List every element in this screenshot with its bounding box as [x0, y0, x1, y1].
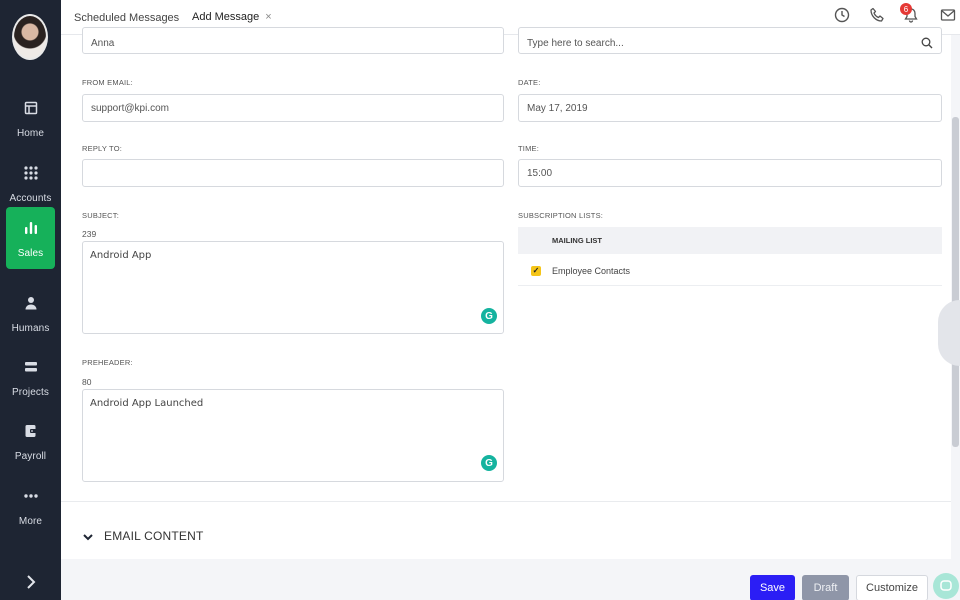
preheader-label: PREHEADER:: [82, 358, 133, 367]
sidebar-item-more[interactable]: More: [6, 475, 55, 537]
reply-to-field[interactable]: [82, 159, 504, 187]
notification-badge: 6: [900, 3, 912, 15]
sidebar-item-label: Sales: [17, 247, 44, 259]
time-label: TIME:: [518, 144, 539, 153]
sidebar-item-label: More: [18, 515, 43, 527]
sidebar-item-label: Accounts: [9, 192, 52, 204]
date-label: DATE:: [518, 78, 541, 87]
sidebar-item-label: Payroll: [14, 450, 47, 462]
reply-to-label: REPLY TO:: [82, 144, 123, 153]
email-content-toggle[interactable]: EMAIL CONTENT: [82, 529, 204, 543]
sidebar-item-sales[interactable]: Sales: [6, 207, 55, 269]
mailing-list-column: MAILING LIST: [552, 236, 602, 245]
sidebar-item-label: Home: [16, 127, 45, 139]
sidebar: Home Accounts Sales Humans Projects Payr…: [0, 0, 61, 600]
dots-icon: [21, 486, 41, 506]
save-button[interactable]: Save: [750, 575, 795, 600]
scrollbar-thumb[interactable]: [952, 117, 959, 447]
list-item[interactable]: ✓ Employee Contacts: [518, 256, 942, 286]
grammarly-icon[interactable]: G: [481, 455, 497, 471]
scroll-handle[interactable]: [938, 300, 960, 366]
sidebar-item-label: Humans: [11, 322, 50, 334]
mailing-list-header: MAILING LIST: [518, 227, 942, 254]
sidebar-item-humans[interactable]: Humans: [6, 282, 55, 344]
checkbox-checked-icon[interactable]: ✓: [531, 265, 541, 276]
sidebar-item-accounts[interactable]: Accounts: [6, 152, 55, 214]
clock-icon[interactable]: [834, 7, 852, 25]
wallet-icon: [21, 421, 41, 441]
subscription-lists-label: SUBSCRIPTION LISTS:: [518, 211, 604, 220]
grid-icon: [21, 163, 41, 183]
time-field[interactable]: 15:00: [518, 159, 942, 187]
date-field[interactable]: May 17, 2019: [518, 94, 942, 122]
sidebar-item-label: Projects: [12, 386, 49, 398]
from-email-value: support@kpi.com: [91, 102, 169, 114]
divider: [61, 501, 951, 502]
add-message-form: Anna FROM EMAIL: support@kpi.com REPLY T…: [61, 27, 951, 559]
preheader-textarea[interactable]: Android App Launched: [82, 389, 504, 482]
tab-label: Add Message: [192, 10, 260, 23]
draft-button[interactable]: Draft: [802, 575, 849, 600]
preheader-char-counter: 80: [82, 377, 92, 387]
from-name-value: Anna: [91, 38, 115, 49]
close-tab-icon[interactable]: ×: [265, 11, 271, 23]
sidebar-item-projects[interactable]: Projects: [6, 346, 55, 408]
sidebar-item-payroll[interactable]: Payroll: [6, 410, 55, 472]
mail-icon[interactable]: [940, 7, 958, 25]
from-email-label: FROM EMAIL:: [82, 78, 133, 87]
chat-icon[interactable]: [933, 573, 959, 599]
mailing-list-name: Employee Contacts: [552, 265, 631, 276]
email-content-title: EMAIL CONTENT: [104, 529, 204, 543]
bar-chart-icon: [21, 218, 41, 238]
phone-icon[interactable]: [869, 7, 887, 25]
from-email-field[interactable]: support@kpi.com: [82, 94, 504, 122]
avatar[interactable]: [12, 14, 48, 60]
subject-label: SUBJECT:: [82, 211, 120, 220]
date-value: May 17, 2019: [527, 102, 588, 114]
from-name-field[interactable]: Anna: [82, 27, 504, 54]
search-input[interactable]: Type here to search...: [518, 27, 942, 54]
chevron-down-icon: [82, 530, 94, 542]
sidebar-item-home[interactable]: Home: [6, 87, 55, 149]
preheader-value: Android App Launched: [90, 398, 204, 409]
person-icon: [21, 293, 41, 313]
expand-sidebar-icon[interactable]: [21, 572, 41, 592]
home-icon: [21, 98, 41, 118]
search-placeholder: Type here to search...: [527, 38, 624, 49]
subject-textarea[interactable]: Android App: [82, 241, 504, 334]
tab-label: Scheduled Messages: [74, 11, 180, 24]
subject-char-counter: 239: [82, 229, 97, 239]
stack-icon: [21, 357, 41, 377]
customize-button[interactable]: Customize: [856, 575, 928, 600]
search-icon[interactable]: [921, 37, 935, 51]
subject-value: Android App: [90, 250, 152, 261]
grammarly-icon[interactable]: G: [481, 308, 497, 324]
time-value: 15:00: [527, 167, 553, 179]
